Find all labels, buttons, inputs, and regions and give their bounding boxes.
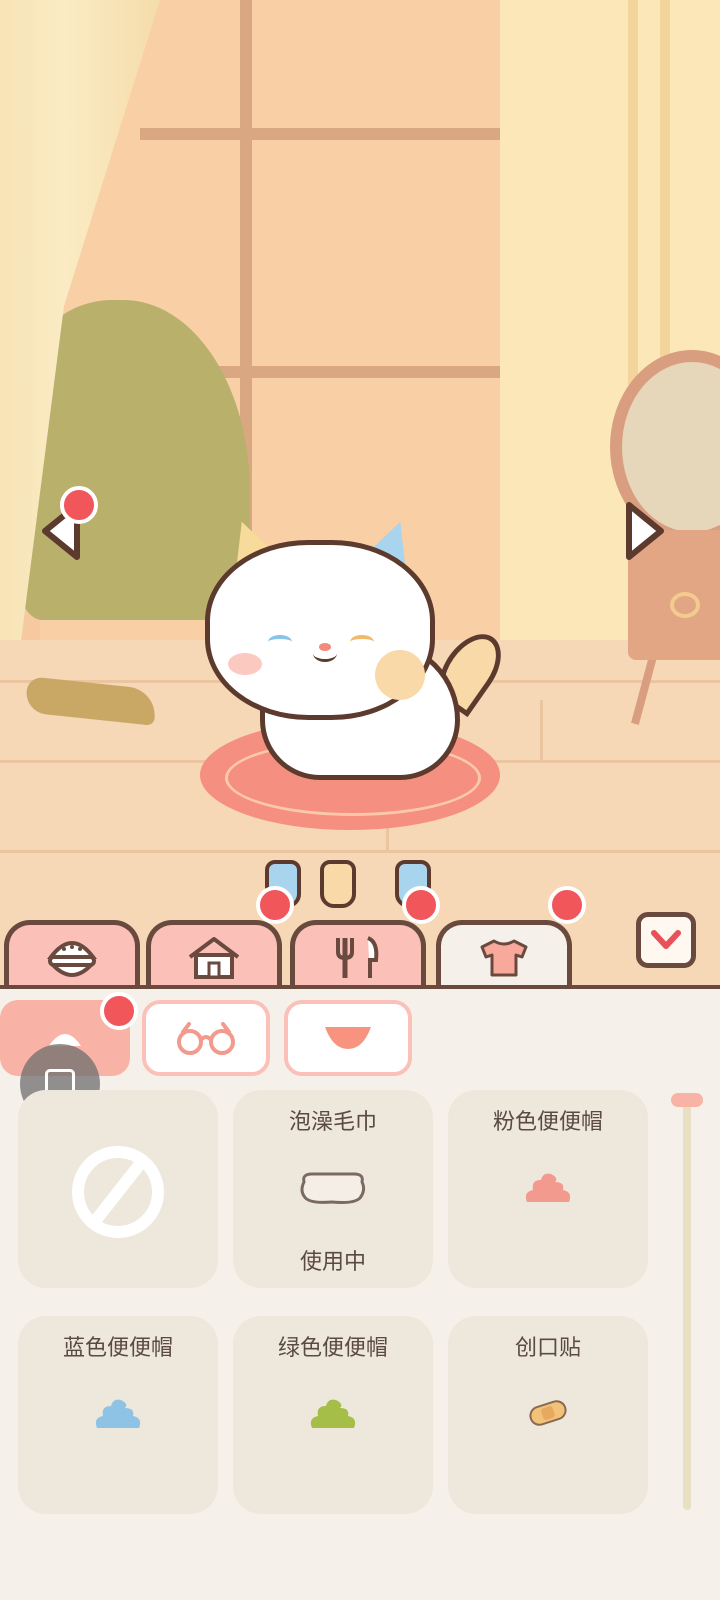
notification-badge [100, 992, 138, 1030]
tab-clothing[interactable] [436, 920, 572, 990]
house-icon [188, 936, 240, 979]
bandage-icon [529, 1400, 567, 1426]
item-card-blue-poop-hat[interactable]: 蓝色便便帽 [18, 1316, 218, 1514]
subtab-glasses[interactable] [142, 1000, 270, 1076]
category-tabs [0, 886, 720, 990]
notification-badge [548, 886, 586, 924]
cat-eye-left [268, 635, 292, 649]
bib-icon [325, 1027, 371, 1049]
notification-badge [256, 886, 294, 924]
notification-badge [60, 486, 98, 524]
item-card-green-poop-hat[interactable]: 绿色便便帽 [233, 1316, 433, 1514]
notification-badge [402, 886, 440, 924]
scrollbar-track[interactable] [683, 1100, 691, 1510]
item-in-use-label: 使用中 [299, 1250, 366, 1275]
item-card-pink-poop-hat[interactable]: 粉色便便帽 [448, 1090, 648, 1288]
item-card-bandage[interactable]: 创口贴 [448, 1316, 648, 1514]
item-name: 绿色便便帽 [277, 1336, 388, 1361]
next-room-button[interactable] [618, 495, 672, 567]
shirt-icon [480, 939, 528, 976]
cat-character[interactable] [200, 511, 514, 908]
none-icon [72, 1146, 164, 1238]
fork-knife-icon [336, 935, 379, 978]
item-name: 创口贴 [514, 1336, 581, 1361]
tab-home[interactable] [146, 920, 282, 990]
item-card-none[interactable] [18, 1090, 218, 1288]
window-frame [140, 128, 550, 140]
right-arrow-icon [626, 502, 664, 560]
item-name: 粉色便便帽 [492, 1110, 603, 1135]
tab-dining[interactable] [290, 920, 426, 990]
item-name: 泡澡毛巾 [288, 1110, 377, 1135]
item-card-towel[interactable]: 泡澡毛巾 使用中 [233, 1090, 433, 1288]
poop-hat-icon [95, 1399, 141, 1428]
collapse-panel-button[interactable] [636, 912, 696, 968]
glasses-icon [177, 1022, 235, 1055]
poop-hat-icon [310, 1399, 356, 1428]
cat-eye-right [350, 635, 374, 649]
poop-hat-icon [525, 1173, 571, 1202]
cat-head [205, 540, 435, 720]
towel-icon [300, 1172, 366, 1204]
food-bowl-icon [47, 940, 97, 977]
subtab-bib[interactable] [284, 1000, 412, 1076]
scrollbar-thumb[interactable] [671, 1093, 703, 1107]
item-name: 蓝色便便帽 [62, 1336, 173, 1361]
tab-food[interactable] [4, 920, 140, 990]
room-scene [0, 0, 720, 985]
chevron-down-icon [651, 930, 681, 949]
cat-mouth [313, 645, 337, 662]
